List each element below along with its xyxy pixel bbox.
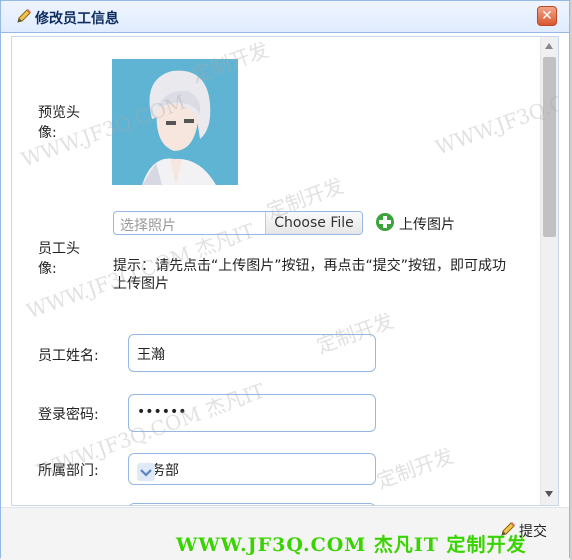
avatar-preview-image xyxy=(112,59,238,185)
submit-button[interactable]: 提交 xyxy=(499,518,547,544)
department-select[interactable]: 财务部 xyxy=(128,453,376,485)
watermark-custom-dev: 定制开发 xyxy=(373,443,457,494)
site-brand-banner: WWW.JF3Q.COM 杰凡IT 定制开发 xyxy=(176,534,527,556)
dialog-content[interactable]: 预览头像: 员工头像: 选择照片 Choose File 上传图片 提示：请先点… xyxy=(11,36,559,506)
employee-name-value: 王瀚 xyxy=(137,347,165,363)
scroll-up-arrow-icon[interactable] xyxy=(545,43,553,49)
vertical-scrollbar[interactable] xyxy=(540,37,558,505)
close-icon: ✕ xyxy=(541,8,553,24)
file-input-placeholder: 选择照片 xyxy=(120,218,176,234)
login-password-input[interactable]: •••••• xyxy=(128,394,376,432)
avatar-file-input[interactable]: 选择照片 Choose File xyxy=(113,211,363,235)
pencil-icon xyxy=(15,7,33,29)
scrollbar-thumb[interactable] xyxy=(543,57,556,237)
choose-file-button[interactable]: Choose File xyxy=(265,212,362,234)
department-label: 所属部门: xyxy=(38,463,99,479)
next-field-input-partial[interactable] xyxy=(128,503,376,505)
green-plus-icon xyxy=(375,212,395,236)
preview-avatar-label: 预览头像: xyxy=(38,105,80,141)
dialog-title: 修改员工信息 xyxy=(35,11,119,27)
submit-label: 提交 xyxy=(519,524,547,540)
upload-image-button[interactable]: 上传图片 xyxy=(375,213,455,235)
pencil-icon xyxy=(499,520,517,542)
dialog-titlebar[interactable]: 修改员工信息 ✕ xyxy=(1,1,569,33)
employee-avatar-label: 员工头像: xyxy=(38,241,80,277)
edit-employee-dialog: 修改员工信息 ✕ 预览头像: 员工头像: 选择照片 Choose File 上传… xyxy=(0,0,570,560)
password-masked-value: •••••• xyxy=(137,404,187,420)
upload-image-label: 上传图片 xyxy=(399,217,455,233)
employee-name-input[interactable]: 王瀚 xyxy=(128,334,376,372)
dialog-footer: WWW.JF3Q.COM 杰凡IT 定制开发 提交 xyxy=(1,507,569,560)
login-password-label: 登录密码: xyxy=(38,407,99,423)
employee-name-label: 员工姓名: xyxy=(38,348,99,364)
scroll-down-arrow-icon[interactable] xyxy=(545,491,553,497)
close-button[interactable]: ✕ xyxy=(537,6,557,26)
upload-hint-text: 提示：请先点击“上传图片”按钮，再点击“提交”按钮，即可成功上传图片 xyxy=(113,258,507,292)
chevron-down-icon xyxy=(137,463,155,481)
